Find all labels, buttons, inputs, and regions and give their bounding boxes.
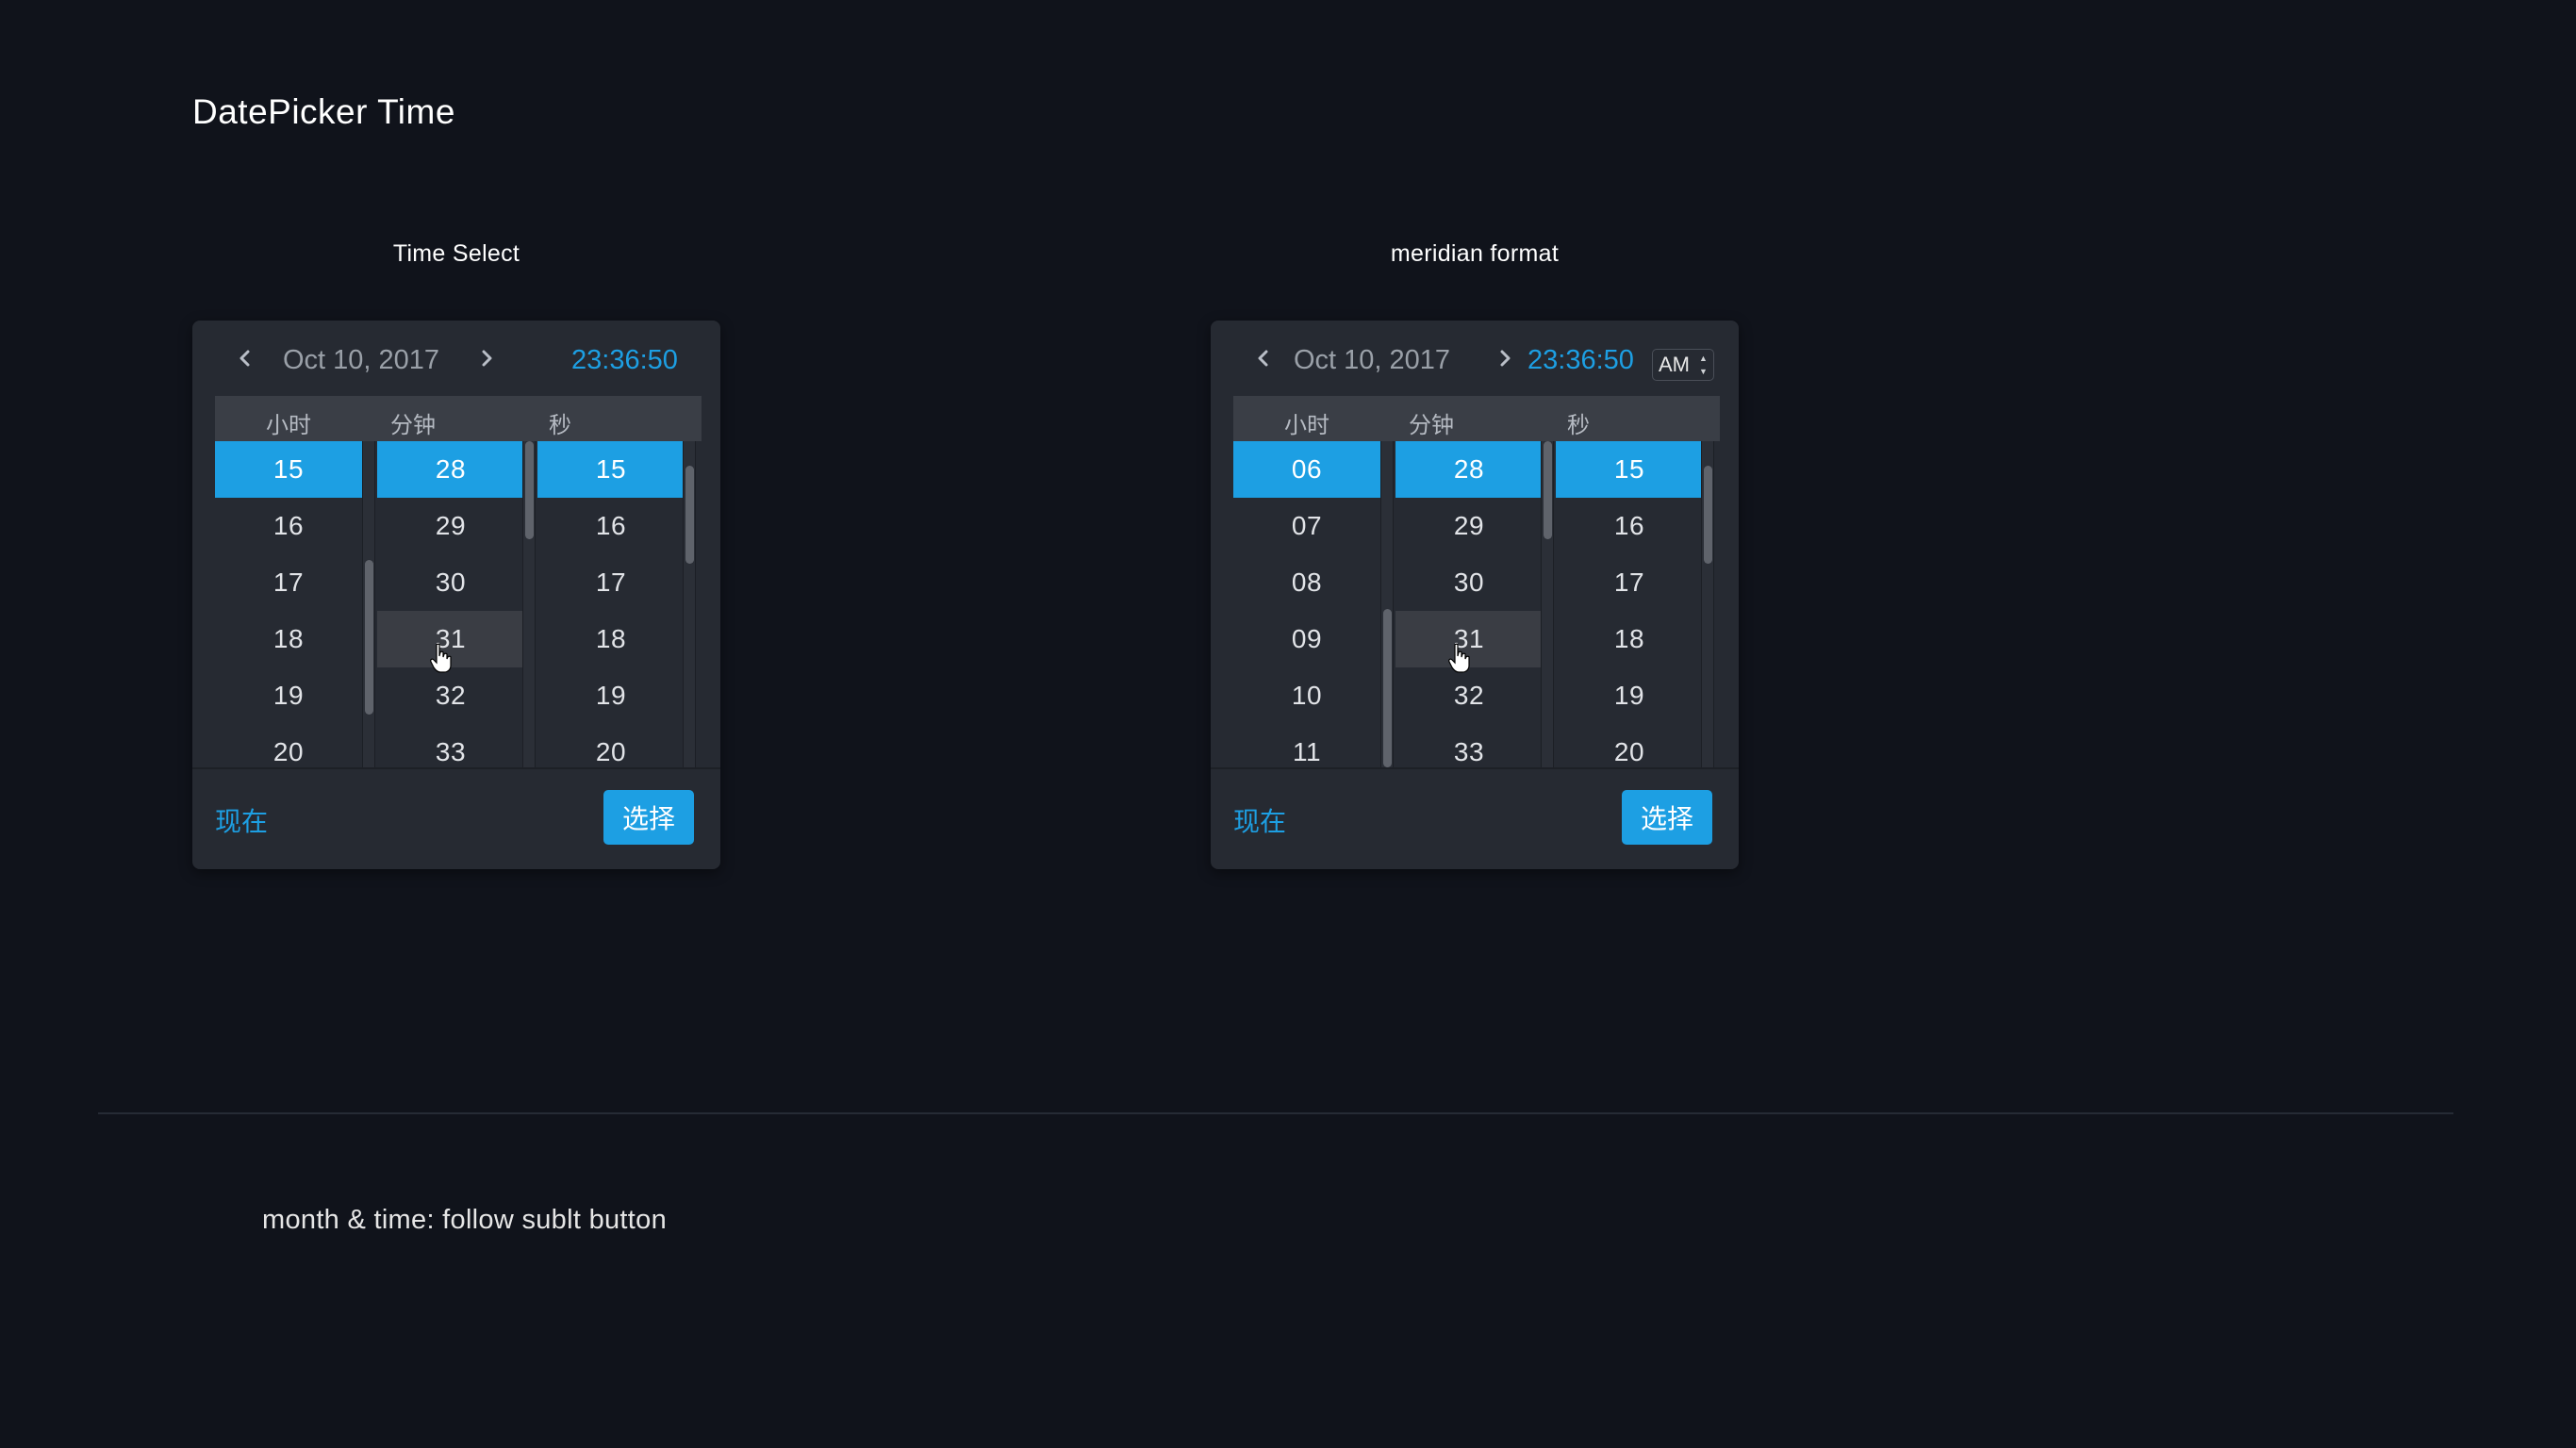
scrollbar-thumb[interactable] [1383,609,1392,767]
column-title-hour: 小时 [1284,413,1329,438]
time-option[interactable]: 17 [215,554,362,611]
time-option[interactable]: 16 [537,498,685,554]
time-option[interactable]: 15 [537,441,685,498]
time-option[interactable]: 30 [377,554,524,611]
time-option[interactable]: 07 [1233,498,1380,554]
second-column[interactable]: 15 16 17 18 19 20 [537,441,685,767]
select-button[interactable]: 选择 [603,790,694,845]
next-month-button[interactable] [468,341,505,379]
column-title-second: 秒 [1567,413,1590,438]
column-title-minute: 分钟 [1409,413,1454,438]
time-option[interactable]: 18 [215,611,362,667]
picker-header: Oct 10, 2017 23:36:50 AM ▲ ▼ [1211,321,1739,396]
scrollbar[interactable] [1380,441,1394,767]
time-option[interactable]: 20 [1556,724,1703,767]
minute-column[interactable]: 28 29 30 31 32 33 [377,441,524,767]
current-date: Oct 10, 2017 [283,345,440,375]
scrollbar-thumb[interactable] [525,441,534,539]
time-option[interactable]: 18 [1556,611,1703,667]
current-date: Oct 10, 2017 [1294,345,1451,375]
page: DatePicker Time Time Select meridian for… [0,0,2576,1448]
time-option[interactable]: 20 [537,724,685,767]
ampm-value: AM [1659,353,1690,376]
scrollbar[interactable] [683,441,696,767]
time-option[interactable]: 09 [1233,611,1380,667]
chevron-right-icon [478,346,495,375]
minute-column[interactable]: 28 29 30 31 32 33 [1395,441,1543,767]
time-option[interactable]: 19 [1556,667,1703,724]
scrollbar[interactable] [522,441,536,767]
footer-divider [1211,767,1739,769]
time-option[interactable]: 33 [377,724,524,767]
current-time[interactable]: 23:36:50 [571,345,678,376]
footer-divider [192,767,720,769]
time-option[interactable]: 18 [537,611,685,667]
time-option[interactable]: 17 [1556,554,1703,611]
pointer-cursor-icon [430,643,453,673]
time-option[interactable]: 32 [377,667,524,724]
time-option[interactable]: 16 [1556,498,1703,554]
prev-month-button[interactable] [1245,341,1282,379]
time-option[interactable]: 11 [1233,724,1380,767]
pointer-cursor-icon [1448,643,1471,673]
time-option[interactable]: 19 [215,667,362,724]
second-column[interactable]: 15 16 17 18 19 20 [1556,441,1703,767]
page-title: DatePicker Time [192,92,455,131]
column-title-second: 秒 [549,413,571,438]
hour-column[interactable]: 15 16 17 18 19 20 [215,441,362,767]
hour-column[interactable]: 06 07 08 09 10 11 [1233,441,1380,767]
datepicker-meridian: Oct 10, 2017 23:36:50 AM ▲ ▼ 小时 06 07 08 09 10 11 分钟… [1211,321,1739,869]
picker-header: Oct 10, 2017 23:36:50 [192,321,720,396]
scrollbar[interactable] [362,441,375,767]
ampm-select[interactable]: AM ▲ ▼ [1652,349,1714,381]
time-option[interactable]: 06 [1233,441,1380,498]
scrollbar-thumb[interactable] [365,560,373,715]
now-link[interactable]: 现在 [215,801,268,839]
scrollbar-thumb[interactable] [1704,466,1712,564]
time-option[interactable]: 19 [537,667,685,724]
select-button[interactable]: 选择 [1622,790,1712,845]
time-option[interactable]: 28 [377,441,524,498]
scrollbar-thumb[interactable] [1544,441,1552,539]
time-option[interactable]: 33 [1395,724,1543,767]
scrollbar[interactable] [1701,441,1714,767]
now-link[interactable]: 现在 [1233,801,1286,839]
time-option[interactable]: 29 [1395,498,1543,554]
time-option[interactable]: 10 [1233,667,1380,724]
time-option[interactable]: 28 [1395,441,1543,498]
time-option[interactable]: 08 [1233,554,1380,611]
column-title-minute: 分钟 [390,413,436,438]
time-option[interactable]: 29 [377,498,524,554]
time-option[interactable]: 32 [1395,667,1543,724]
chevron-right-icon [1496,346,1513,375]
chevron-left-icon [1255,346,1272,375]
time-option[interactable]: 15 [1556,441,1703,498]
time-option[interactable]: 30 [1395,554,1543,611]
chevron-left-icon [237,346,254,375]
current-time[interactable]: 23:36:50 [1527,345,1634,376]
note-text: month & time: follow sublt button [262,1205,667,1235]
time-option[interactable]: 20 [215,724,362,767]
prev-month-button[interactable] [226,341,264,379]
time-option[interactable]: 17 [537,554,685,611]
section-label-time-select: Time Select [392,240,520,267]
time-option[interactable]: 16 [215,498,362,554]
next-month-button[interactable] [1486,341,1524,379]
datepicker-time-select: Oct 10, 2017 23:36:50 小时 15 16 17 18 19 20 分钟 28 29… [192,321,720,869]
scrollbar[interactable] [1541,441,1554,767]
time-option[interactable]: 15 [215,441,362,498]
divider [98,1112,2453,1114]
column-title-hour: 小时 [266,413,311,438]
section-label-meridian: meridian format [1390,240,1560,267]
scrollbar-thumb[interactable] [685,466,694,564]
updown-arrows-icon: ▲ ▼ [1699,354,1708,376]
